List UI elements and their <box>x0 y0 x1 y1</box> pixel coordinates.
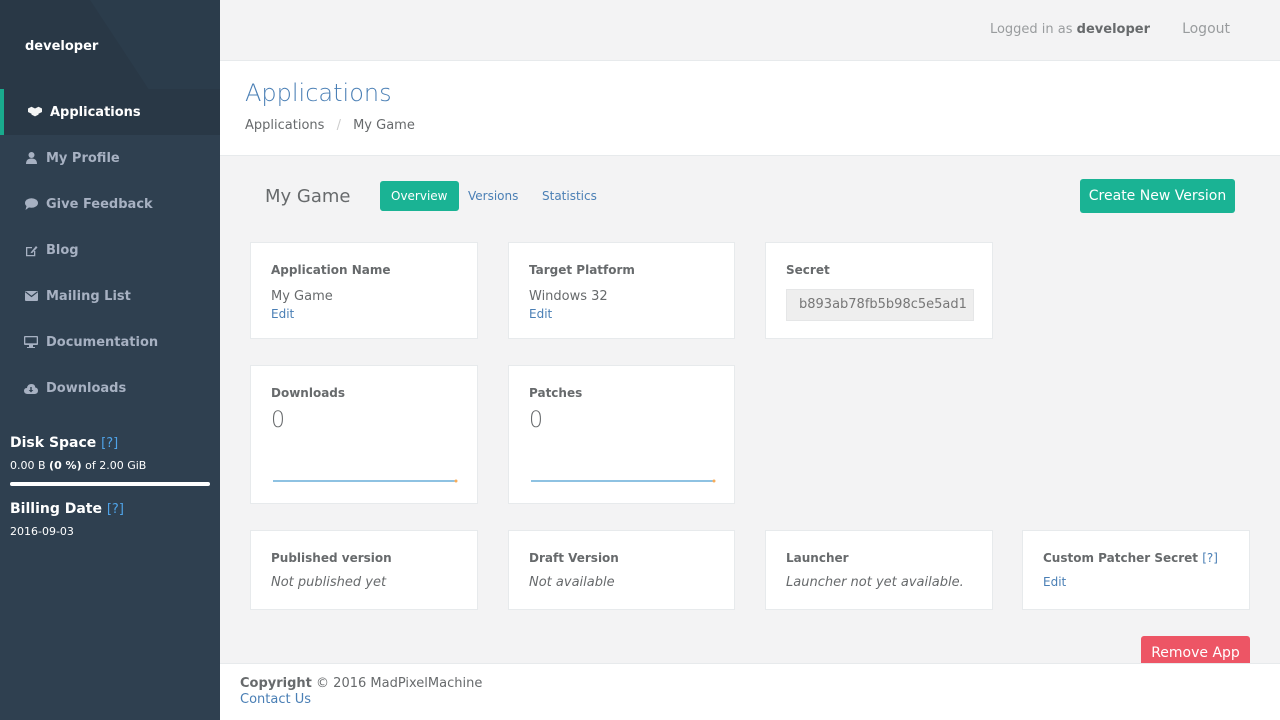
disk-space-progress-bar <box>10 482 210 486</box>
logged-in-text: Logged in as developer <box>989 22 1150 37</box>
sidebar-item-label: Documentation <box>46 334 159 350</box>
logout-link[interactable]: Logout <box>1182 21 1230 37</box>
tab-statistics[interactable]: Statistics <box>531 181 608 211</box>
billing-date-value: 2016-09-03 <box>10 525 74 538</box>
sidebar-item-blog[interactable]: Blog <box>0 227 220 273</box>
edit-custom-patcher-secret-link[interactable]: Edit <box>1043 575 1229 589</box>
sidebar-nav: Applications My Profile Give Feedback Bl… <box>0 89 220 411</box>
disk-space-usage-text: 0.00 B (0 %) of 2.00 GiB <box>10 459 147 472</box>
sidebar-item-label: My Profile <box>46 150 120 166</box>
disk-space-widget: Disk Space [?] 0.00 B (0 %) of 2.00 GiB <box>10 435 210 486</box>
sidebar-item-my-profile[interactable]: My Profile <box>0 135 220 181</box>
main-content: My Game Overview Versions Statistics Cre… <box>220 156 1280 670</box>
card-label: Draft Version <box>529 551 619 565</box>
sidebar: developer Applications My Profile Give F… <box>0 0 220 720</box>
create-new-version-button[interactable]: Create New Version <box>1080 179 1235 213</box>
billing-date-widget: Billing Date [?] 2016-09-03 <box>10 501 124 538</box>
target-platform-card: Target Platform Windows 32 Edit <box>508 242 735 339</box>
sidebar-item-label: Blog <box>46 242 79 258</box>
custom-patcher-help-link[interactable]: [?] <box>1202 551 1218 565</box>
breadcrumb: Applications / My Game <box>245 118 415 133</box>
tab-overview[interactable]: Overview <box>380 181 459 211</box>
sidebar-item-applications[interactable]: Applications <box>0 89 220 135</box>
comment-icon <box>24 197 38 211</box>
footer: Copyright © 2016 MadPixelMachine Contact… <box>220 663 1280 720</box>
disk-space-title: Disk Space [?] <box>10 435 119 451</box>
patches-count: 0 <box>529 408 543 433</box>
custom-patcher-secret-card: Custom Patcher Secret [?] Edit <box>1022 530 1250 610</box>
page-title: Applications <box>245 79 392 107</box>
card-value: Launcher not yet available. <box>786 575 964 590</box>
card-label: Target Platform <box>529 263 635 277</box>
sidebar-item-label: Mailing List <box>46 288 131 304</box>
card-label: Patches <box>529 386 583 400</box>
sidebar-item-label: Applications <box>50 104 141 120</box>
sidebar-item-documentation[interactable]: Documentation <box>0 319 220 365</box>
copyright-text: Copyright © 2016 MadPixelMachine <box>240 676 483 691</box>
sparkline-dot <box>454 479 458 483</box>
sidebar-item-label: Give Feedback <box>46 196 153 212</box>
downloads-card: Downloads 0 <box>250 365 478 504</box>
draft-version-card: Draft Version Not available <box>508 530 735 610</box>
card-label: Launcher <box>786 551 849 565</box>
sidebar-item-downloads[interactable]: Downloads <box>0 365 220 411</box>
breadcrumb-separator: / <box>336 118 341 133</box>
card-label: Secret <box>786 263 830 277</box>
billing-date-help-link[interactable]: [?] <box>107 502 124 517</box>
sidebar-header: developer <box>0 0 220 89</box>
downloads-sparkline <box>273 479 458 483</box>
logged-in-username: developer <box>1076 22 1150 37</box>
application-name-card: Application Name My Game Edit <box>250 242 478 339</box>
edit-icon <box>24 243 38 257</box>
launcher-card: Launcher Launcher not yet available. <box>765 530 993 610</box>
app-title: My Game <box>265 186 351 207</box>
envelope-icon <box>24 289 38 303</box>
edit-application-name-link[interactable]: Edit <box>271 307 457 321</box>
user-icon <box>24 151 38 165</box>
top-navbar: Logged in as developer Logout <box>220 0 1280 61</box>
downloads-count: 0 <box>271 408 285 433</box>
sidebar-item-mailing-list[interactable]: Mailing List <box>0 273 220 319</box>
page-heading: Applications Applications / My Game <box>220 61 1280 156</box>
desktop-icon <box>24 335 38 349</box>
contact-us-link[interactable]: Contact Us <box>240 692 1260 707</box>
card-value: Not available <box>529 575 615 590</box>
patches-sparkline <box>531 479 716 483</box>
sparkline-dot <box>712 479 716 483</box>
cloud-download-icon <box>24 381 38 395</box>
billing-date-title: Billing Date [?] <box>10 501 124 517</box>
card-value: Not published yet <box>271 575 387 590</box>
card-label: Published version <box>271 551 392 565</box>
breadcrumb-current: My Game <box>353 118 415 133</box>
card-value: My Game <box>271 289 333 304</box>
secret-card: Secret b893ab78fb5b98c5e5ad1 <box>765 242 993 339</box>
published-version-card: Published version Not published yet <box>250 530 478 610</box>
card-label: Custom Patcher Secret [?] <box>1043 551 1218 565</box>
sidebar-item-give-feedback[interactable]: Give Feedback <box>0 181 220 227</box>
disk-space-help-link[interactable]: [?] <box>101 436 118 451</box>
card-value: Windows 32 <box>529 289 608 304</box>
tab-versions[interactable]: Versions <box>457 181 529 211</box>
patches-card: Patches 0 <box>508 365 735 504</box>
edit-target-platform-link[interactable]: Edit <box>529 307 714 321</box>
secret-field[interactable]: b893ab78fb5b98c5e5ad1 <box>786 289 974 321</box>
sidebar-username[interactable]: developer <box>25 39 98 54</box>
sidebar-item-label: Downloads <box>46 380 127 396</box>
card-label: Application Name <box>271 263 391 277</box>
breadcrumb-applications-link[interactable]: Applications <box>245 118 324 133</box>
cubes-icon <box>28 105 42 119</box>
card-label: Downloads <box>271 386 346 400</box>
